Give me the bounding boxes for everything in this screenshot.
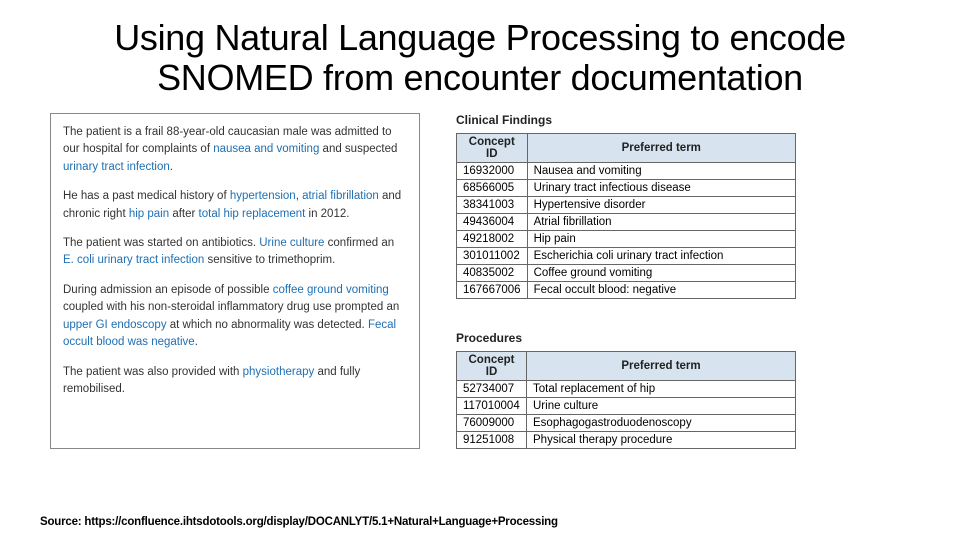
text: . — [195, 336, 198, 348]
cell-concept-id: 91251008 — [457, 431, 527, 448]
text: The patient was started on antibiotics. — [63, 237, 259, 249]
text: coupled with his non-steroidal inflammat… — [63, 301, 399, 313]
source-line: Source: https://confluence.ihtsdotools.o… — [40, 516, 558, 528]
text: at which no abnormality was detected. — [167, 319, 368, 331]
findings-title: Clinical Findings — [456, 113, 910, 127]
table-header-row: Concept ID Preferred term — [457, 351, 796, 380]
text: sensitive to trimethoprim. — [204, 254, 335, 266]
cell-preferred-term: Urine culture — [527, 397, 796, 414]
hl-uti: urinary tract infection — [63, 161, 170, 173]
hl-hip-pain: hip pain — [129, 208, 169, 220]
hl-atrial-fibrillation: atrial fibrillation — [302, 190, 379, 202]
narrative-p3: The patient was started on antibiotics. … — [63, 235, 407, 270]
cell-preferred-term: Hypertensive disorder — [527, 196, 795, 213]
cell-concept-id: 49436004 — [457, 213, 528, 230]
cell-concept-id: 301011002 — [457, 247, 528, 264]
cell-concept-id: 38341003 — [457, 196, 528, 213]
cell-preferred-term: Esophagogastroduodenoscopy — [527, 414, 796, 431]
cell-concept-id: 76009000 — [457, 414, 527, 431]
hl-urine-culture: Urine culture — [259, 237, 324, 249]
text: The patient was also provided with — [63, 366, 243, 378]
col-preferred-term: Preferred term — [527, 133, 795, 162]
narrative-p4: During admission an episode of possible … — [63, 282, 407, 352]
cell-preferred-term: Coffee ground vomiting — [527, 264, 795, 281]
cell-preferred-term: Physical therapy procedure — [527, 431, 796, 448]
cell-concept-id: 117010004 — [457, 397, 527, 414]
table-row: 117010004Urine culture — [457, 397, 796, 414]
cell-preferred-term: Total replacement of hip — [527, 380, 796, 397]
table-row: 301011002Escherichia coli urinary tract … — [457, 247, 796, 264]
slide-title: Using Natural Language Processing to enc… — [50, 18, 910, 99]
cell-concept-id: 49218002 — [457, 230, 528, 247]
cell-concept-id: 16932000 — [457, 162, 528, 179]
table-row: 167667006Fecal occult blood: negative — [457, 281, 796, 298]
text: and suspected — [319, 143, 397, 155]
table-row: 40835002Coffee ground vomiting — [457, 264, 796, 281]
narrative-p1: The patient is a frail 88-year-old cauca… — [63, 124, 407, 176]
hl-hypertension: hypertension — [230, 190, 296, 202]
procedures-title: Procedures — [456, 331, 910, 345]
cell-preferred-term: Fecal occult blood: negative — [527, 281, 795, 298]
text: . — [170, 161, 173, 173]
table-row: 49436004Atrial fibrillation — [457, 213, 796, 230]
narrative-p2: He has a past medical history of hyperte… — [63, 188, 407, 223]
cell-preferred-term: Urinary tract infectious disease — [527, 179, 795, 196]
text: During admission an episode of possible — [63, 284, 273, 296]
table-row: 76009000Esophagogastroduodenoscopy — [457, 414, 796, 431]
col-concept-id: Concept ID — [457, 351, 527, 380]
content-row: The patient is a frail 88-year-old cauca… — [50, 113, 910, 449]
table-row: 68566005Urinary tract infectious disease — [457, 179, 796, 196]
hl-ecoli-uti: E. coli urinary tract infection — [63, 254, 204, 266]
slide: Using Natural Language Processing to enc… — [0, 0, 960, 540]
table-row: 91251008Physical therapy procedure — [457, 431, 796, 448]
col-preferred-term: Preferred term — [527, 351, 796, 380]
table-row: 52734007Total replacement of hip — [457, 380, 796, 397]
tables-column: Clinical Findings Concept ID Preferred t… — [456, 113, 910, 449]
cell-concept-id: 167667006 — [457, 281, 528, 298]
text: confirmed an — [324, 237, 394, 249]
narrative-panel: The patient is a frail 88-year-old cauca… — [50, 113, 420, 449]
findings-table: Concept ID Preferred term 16932000Nausea… — [456, 133, 796, 299]
narrative-p5: The patient was also provided with physi… — [63, 364, 407, 399]
cell-preferred-term: Hip pain — [527, 230, 795, 247]
hl-physiotherapy: physiotherapy — [243, 366, 315, 378]
table-header-row: Concept ID Preferred term — [457, 133, 796, 162]
text: He has a past medical history of — [63, 190, 230, 202]
source-url: https://confluence.ihtsdotools.org/displ… — [84, 516, 557, 528]
cell-concept-id: 52734007 — [457, 380, 527, 397]
table-row: 49218002Hip pain — [457, 230, 796, 247]
hl-coffee-ground-vomiting: coffee ground vomiting — [273, 284, 389, 296]
hl-upper-gi-endoscopy: upper GI endoscopy — [63, 319, 167, 331]
source-label: Source: — [40, 516, 84, 528]
cell-preferred-term: Nausea and vomiting — [527, 162, 795, 179]
procedures-table: Concept ID Preferred term 52734007Total … — [456, 351, 796, 449]
procedures-section: Procedures Concept ID Preferred term 527… — [456, 331, 910, 449]
table-row: 16932000Nausea and vomiting — [457, 162, 796, 179]
cell-preferred-term: Escherichia coli urinary tract infection — [527, 247, 795, 264]
text: in 2012. — [305, 208, 349, 220]
hl-nausea-vomiting: nausea and vomiting — [213, 143, 319, 155]
cell-concept-id: 40835002 — [457, 264, 528, 281]
hl-total-hip-replacement: total hip replacement — [199, 208, 306, 220]
col-concept-id: Concept ID — [457, 133, 528, 162]
text: after — [169, 208, 198, 220]
table-row: 38341003Hypertensive disorder — [457, 196, 796, 213]
cell-concept-id: 68566005 — [457, 179, 528, 196]
cell-preferred-term: Atrial fibrillation — [527, 213, 795, 230]
